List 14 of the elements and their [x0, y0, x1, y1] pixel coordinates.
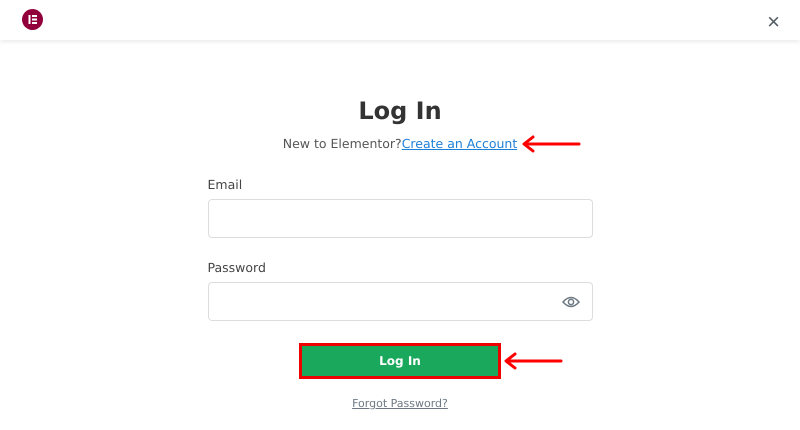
- field-label: Password: [208, 260, 267, 276]
- page-title: Log In: [358, 96, 442, 127]
- login-button[interactable]: Log In: [299, 343, 501, 379]
- arrow-icon: [503, 351, 563, 371]
- password-field[interactable]: [208, 282, 592, 321]
- field-label: Email: [208, 177, 244, 193]
- logo-icon: [22, 8, 43, 30]
- eye-icon[interactable]: [562, 296, 580, 308]
- close-button[interactable]: ×: [767, 11, 780, 33]
- arrow-icon: [521, 134, 582, 154]
- create-account-link[interactable]: Create an Account: [402, 136, 518, 151]
- forgot-password-link[interactable]: Forgot Password?: [352, 397, 448, 410]
- signup-prompt: New to Elementor?: [282, 136, 402, 151]
- email-field[interactable]: [208, 199, 592, 238]
